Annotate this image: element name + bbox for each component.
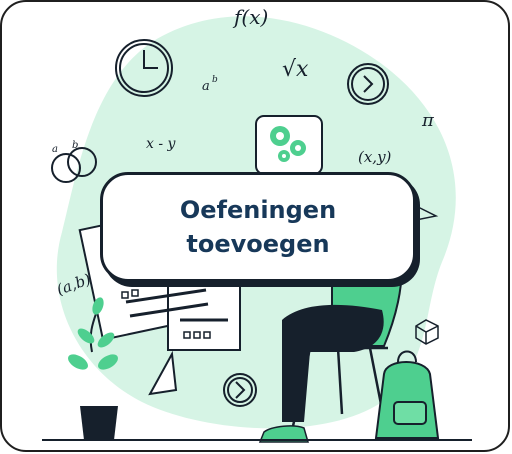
formula-text: (x,y) [358, 148, 392, 166]
gear-icon [255, 115, 323, 175]
add-exercises-label: Oefeningen toevoegen [179, 196, 337, 258]
formula-text: π [421, 110, 435, 131]
formula-text: b [212, 75, 218, 85]
formula-text: √x [282, 57, 309, 82]
formula-text: a [52, 144, 58, 155]
formula-text: x - y [146, 136, 177, 152]
exercise-card[interactable]: f(x) a b √x x - y (x,y) π (a,b) a b Oefe… [0, 0, 510, 452]
formula-text: f(x) [232, 5, 268, 29]
add-exercises-button[interactable]: Oefeningen toevoegen [100, 172, 416, 282]
formula-text: a [202, 79, 210, 94]
